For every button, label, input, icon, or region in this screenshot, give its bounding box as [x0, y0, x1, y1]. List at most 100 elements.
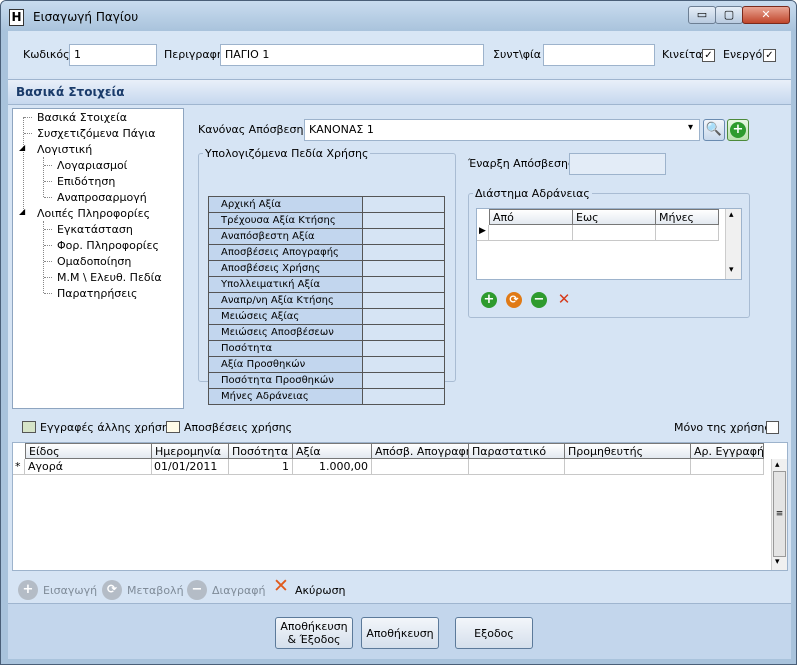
active-checkbox[interactable]: ✓: [763, 49, 776, 62]
save-button[interactable]: Αποθήκευση: [361, 617, 439, 649]
entry-value-cell[interactable]: 1.000,00: [292, 459, 372, 475]
tree-item-basic[interactable]: Βασικά Στοιχεία: [37, 111, 127, 124]
use-field-value: [362, 372, 445, 389]
code-field[interactable]: 1: [69, 44, 157, 66]
edit-row-icon[interactable]: ⟳: [506, 292, 522, 308]
cancel-button[interactable]: Ακύρωση: [295, 584, 346, 597]
moving-checkbox[interactable]: ✓: [702, 49, 715, 62]
depreciation-rule-select[interactable]: ΚΑΝΟΝΑΣ 1: [304, 119, 700, 141]
other-use-label: Εγγραφές άλλης χρήσης: [40, 421, 176, 434]
modify-icon[interactable]: ⟳: [102, 580, 122, 600]
app-icon: Η: [9, 9, 24, 26]
tree-item-related-assets[interactable]: Συσχετιζόμενα Πάγια: [37, 127, 156, 140]
delete-button[interactable]: Διαγραφή: [212, 584, 265, 597]
scroll-up-icon[interactable]: ▴: [729, 210, 734, 220]
tree-item-notes[interactable]: Παρατηρήσεις: [57, 287, 137, 300]
dropdown-arrow-icon[interactable]: ▾: [688, 122, 693, 133]
inactivity-grid: Από Εως Μήνες ▶ ▴ ▾: [476, 208, 742, 280]
col-document[interactable]: Παραστατικό: [468, 443, 565, 459]
depreciations-label: Αποσβέσεις χρήσης: [184, 421, 293, 434]
inactivity-cell[interactable]: [489, 225, 573, 241]
col-date[interactable]: Ημερομηνία: [151, 443, 229, 459]
remove-row-icon[interactable]: −: [531, 292, 547, 308]
use-field-label: Αποσβέσεις Απογραφής: [208, 244, 363, 261]
expand-icon[interactable]: ◢: [19, 207, 25, 216]
inactivity-col-months[interactable]: Μήνες: [655, 209, 719, 225]
entry-qty-cell[interactable]: 1: [228, 459, 293, 475]
use-field-label: Αναπρ/νη Αξία Κτήσης: [208, 292, 363, 309]
depreciation-rule-label: Κανόνας Απόσβεσης: [198, 123, 310, 136]
tree-item-accounts[interactable]: Λογαριασμοί: [57, 159, 127, 172]
entry-dep-inv-cell[interactable]: [371, 459, 469, 475]
use-field-value: [362, 308, 445, 325]
scroll-down-icon[interactable]: ▾: [775, 557, 780, 567]
other-use-swatch: [22, 421, 36, 433]
tree-item-installation[interactable]: Εγκατάσταση: [57, 223, 133, 236]
cancel-icon[interactable]: ✕: [270, 577, 292, 601]
entries-grid: Είδος Ημερομηνία Ποσότητα Αξία Απόσβ. Απ…: [12, 442, 788, 571]
use-fields-table: Αρχική Αξία Τρέχουσα Αξία Κτήσης Αναπόσβ…: [208, 196, 445, 405]
coefficient-field[interactable]: [543, 44, 655, 66]
only-use-label: Μόνο της χρήσης: [674, 421, 771, 434]
add-row-icon[interactable]: +: [481, 292, 497, 308]
window-content: Κωδικός 1 Περιγραφή ΠΑΓΙΟ 1 Συντ\φία Κιν…: [8, 31, 791, 659]
entries-scrollbar[interactable]: ▴ ≡ ▾: [771, 459, 787, 570]
maximize-button[interactable]: ▢: [715, 6, 743, 24]
section-title: Βασικά Στοιχεία: [16, 85, 125, 99]
inactivity-scrollbar[interactable]: ▴ ▾: [725, 209, 741, 279]
tree-item-grouping[interactable]: Ομαδοποίηση: [57, 255, 131, 268]
tree-item-free-fields[interactable]: Μ.Μ \ Ελευθ. Πεδία: [57, 271, 162, 284]
col-supplier[interactable]: Προμηθευτής: [564, 443, 691, 459]
col-value[interactable]: Αξία: [292, 443, 372, 459]
delete-icon[interactable]: −: [187, 580, 207, 600]
use-field-value: [362, 212, 445, 229]
search-icon[interactable]: 🔍: [703, 119, 725, 141]
use-field-label: Ποσότητα Προσθηκών: [208, 372, 363, 389]
exit-button[interactable]: Εξοδος: [455, 617, 533, 649]
window-title: Εισαγωγή Παγίου: [33, 10, 139, 24]
depreciations-swatch: [166, 421, 180, 433]
minimize-button[interactable]: ▭: [688, 6, 716, 24]
tree-item-subsidy[interactable]: Επιδότηση: [57, 175, 115, 188]
entry-document-cell[interactable]: [468, 459, 565, 475]
inactivity-cell[interactable]: [572, 225, 656, 241]
expand-icon[interactable]: ◢: [19, 143, 25, 152]
inactivity-col-from[interactable]: Από: [489, 209, 573, 225]
scroll-thumb[interactable]: ≡: [773, 471, 786, 557]
use-field-value: [362, 340, 445, 357]
entry-date-cell[interactable]: 01/01/2011: [151, 459, 229, 475]
col-quantity[interactable]: Ποσότητα: [228, 443, 293, 459]
entry-supplier-cell[interactable]: [564, 459, 691, 475]
use-field-label: Μειώσεις Αξίας: [208, 308, 363, 325]
insert-button[interactable]: Εισαγωγή: [43, 584, 97, 597]
col-kind[interactable]: Είδος: [25, 443, 152, 459]
cancel-row-icon[interactable]: ✕: [556, 292, 572, 308]
moving-label: Κινείται: [662, 48, 707, 61]
scroll-up-icon[interactable]: ▴: [775, 460, 780, 470]
insert-icon[interactable]: +: [18, 580, 38, 600]
add-rule-button[interactable]: +: [727, 119, 749, 141]
col-dep-inventory[interactable]: Απόσβ. Απογραφής: [371, 443, 469, 459]
use-field-value: [362, 228, 445, 245]
only-use-checkbox[interactable]: [766, 421, 779, 434]
tree-item-other-info[interactable]: Λοιπές Πληροφορίες: [37, 207, 150, 220]
description-field[interactable]: ΠΑΓΙΟ 1: [220, 44, 484, 66]
col-entry-no[interactable]: Αρ. Εγγραφής: [690, 443, 764, 459]
scroll-down-icon[interactable]: ▾: [729, 265, 734, 275]
inactivity-col-to[interactable]: Εως: [572, 209, 656, 225]
footer-bar: Αποθήκευση & Έξοδος Αποθήκευση Εξοδος: [8, 603, 791, 659]
tree-item-revaluation[interactable]: Αναπροσαρμογή: [57, 191, 147, 204]
active-label: Ενεργό: [723, 48, 763, 61]
tree-item-accounting[interactable]: Λογιστική: [37, 143, 92, 156]
save-exit-button[interactable]: Αποθήκευση & Έξοδος: [275, 617, 353, 649]
entry-kind-cell[interactable]: Αγορά: [25, 459, 152, 475]
depreciation-start-field[interactable]: [569, 153, 666, 175]
inactivity-cell[interactable]: [655, 225, 719, 241]
tree-item-tax-info[interactable]: Φορ. Πληροφορίες: [57, 239, 159, 252]
modify-button[interactable]: Μεταβολή: [127, 584, 184, 597]
code-label: Κωδικός: [23, 48, 70, 61]
new-row-marker: *: [13, 459, 25, 475]
close-button[interactable]: ✕: [742, 6, 790, 24]
use-field-label: Μήνες Αδράνειας: [208, 388, 363, 405]
entry-number-cell[interactable]: [690, 459, 764, 475]
